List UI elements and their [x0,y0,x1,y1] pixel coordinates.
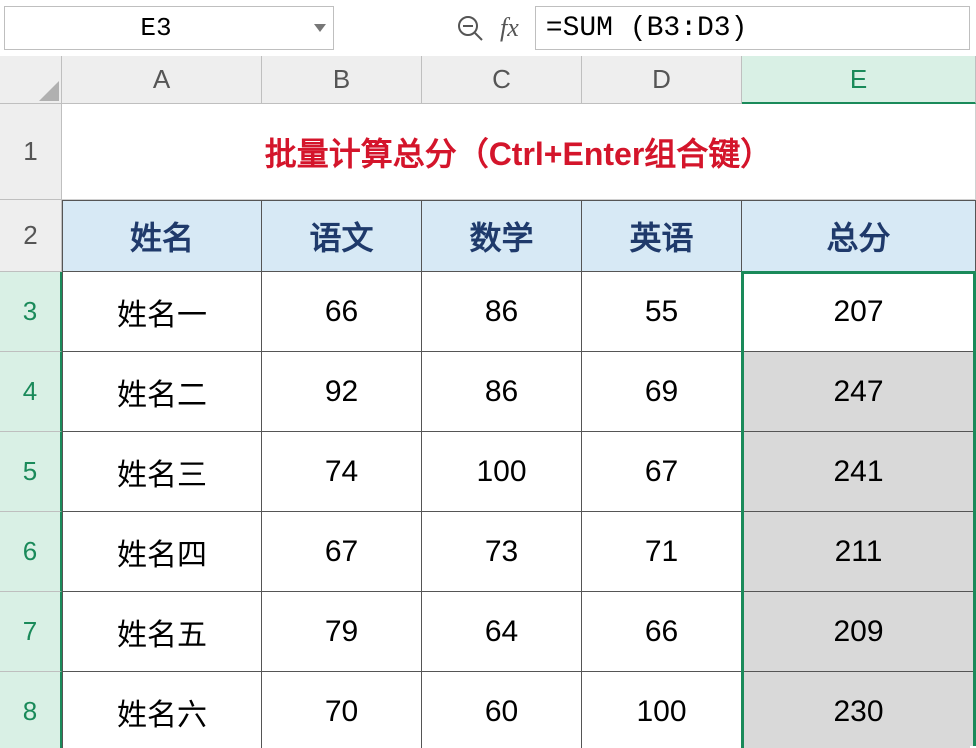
cell-header-math[interactable]: 数学 [422,200,582,272]
cell-D4[interactable]: 69 [582,352,742,432]
spreadsheet-grid: 1 2 3 4 5 6 7 8 A B C D E 批量计算总分（Ctrl+En… [0,56,976,748]
cell-D6[interactable]: 71 [582,512,742,592]
cell-title[interactable]: 批量计算总分（Ctrl+Enter组合键） [62,104,976,200]
cell-E5[interactable]: 241 [742,432,976,512]
formula-bar[interactable]: =SUM (B3:D3) [535,6,970,50]
col-header-B[interactable]: B [262,56,422,104]
row-header-4[interactable]: 4 [0,352,62,432]
cell-B6[interactable]: 67 [262,512,422,592]
cell-E7[interactable]: 209 [742,592,976,672]
cell-header-chinese[interactable]: 语文 [262,200,422,272]
row-header-5[interactable]: 5 [0,432,62,512]
row-header-2[interactable]: 2 [0,200,62,272]
row-header-7[interactable]: 7 [0,592,62,672]
formula-toolbar: E3 fx =SUM (B3:D3) [0,0,976,56]
col-header-E[interactable]: E [742,56,976,104]
row-header-3[interactable]: 3 [0,272,62,352]
select-all-corner[interactable] [0,56,62,104]
cell-B3[interactable]: 66 [262,272,422,352]
cell-E4[interactable]: 247 [742,352,976,432]
cell-A7[interactable]: 姓名五 [62,592,262,672]
cells-area[interactable]: 批量计算总分（Ctrl+Enter组合键） 姓名 语文 数学 英语 总分 姓名一… [62,104,976,748]
row-header-1[interactable]: 1 [0,104,62,200]
cell-A4[interactable]: 姓名二 [62,352,262,432]
cell-E3[interactable]: 207 [742,272,976,352]
fx-icon[interactable]: fx [496,13,525,43]
name-box[interactable]: E3 [4,6,334,50]
cell-C3[interactable]: 86 [422,272,582,352]
row-header-6[interactable]: 6 [0,512,62,592]
cell-E6[interactable]: 211 [742,512,976,592]
cell-B7[interactable]: 79 [262,592,422,672]
cell-header-name[interactable]: 姓名 [62,200,262,272]
col-header-D[interactable]: D [582,56,742,104]
cell-D3[interactable]: 55 [582,272,742,352]
cell-D7[interactable]: 66 [582,592,742,672]
col-header-C[interactable]: C [422,56,582,104]
cell-header-english[interactable]: 英语 [582,200,742,272]
cell-C4[interactable]: 86 [422,352,582,432]
cell-B5[interactable]: 74 [262,432,422,512]
cell-header-total[interactable]: 总分 [742,200,976,272]
cell-D8[interactable]: 100 [582,672,742,748]
cell-B8[interactable]: 70 [262,672,422,748]
name-box-value: E3 [5,13,307,43]
cell-A6[interactable]: 姓名四 [62,512,262,592]
cell-A3[interactable]: 姓名一 [62,272,262,352]
cell-A5[interactable]: 姓名三 [62,432,262,512]
cell-C6[interactable]: 73 [422,512,582,592]
row-header-8[interactable]: 8 [0,672,62,748]
cell-C8[interactable]: 60 [422,672,582,748]
cell-B4[interactable]: 92 [262,352,422,432]
cell-C7[interactable]: 64 [422,592,582,672]
name-box-dropdown[interactable] [307,7,333,49]
col-header-A[interactable]: A [62,56,262,104]
zoom-icon[interactable] [454,12,486,44]
formula-bar-value: =SUM (B3:D3) [546,13,748,44]
cell-C5[interactable]: 100 [422,432,582,512]
cell-A8[interactable]: 姓名六 [62,672,262,748]
cell-E8[interactable]: 230 [742,672,976,748]
cell-D5[interactable]: 67 [582,432,742,512]
